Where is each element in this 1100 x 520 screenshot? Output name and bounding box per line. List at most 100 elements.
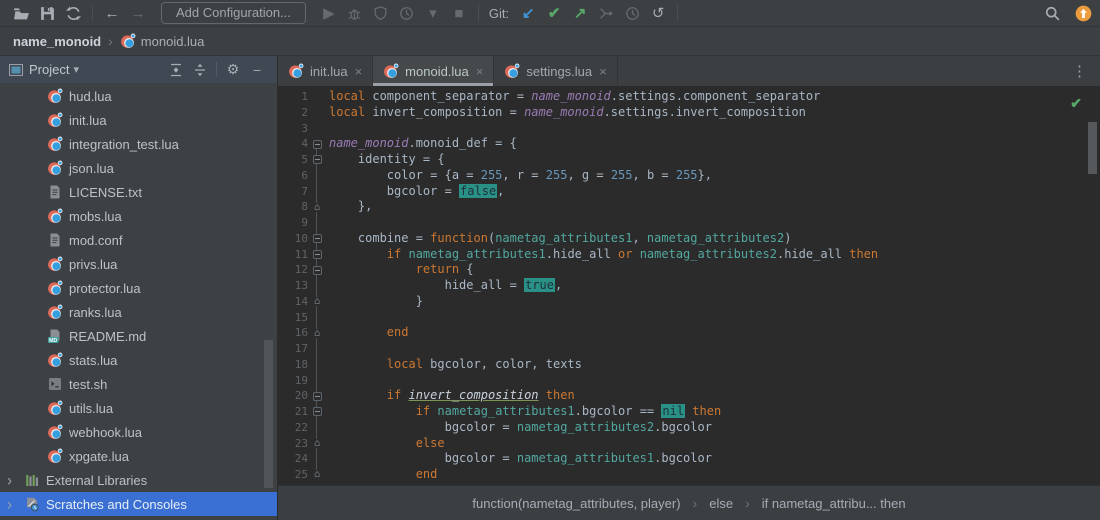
- fold-marker-icon[interactable]: [308, 231, 326, 247]
- tab-monoid-lua[interactable]: monoid.lua ×: [373, 56, 495, 86]
- code-line[interactable]: 8 ⌂ },: [278, 199, 1100, 215]
- save-icon[interactable]: [34, 2, 60, 24]
- code-line[interactable]: 10 combine = function(nametag_attributes…: [278, 231, 1100, 247]
- fold-marker-icon[interactable]: [308, 152, 326, 168]
- code-line[interactable]: 13 hide_all = true,: [278, 278, 1100, 294]
- git-history-icon[interactable]: [619, 2, 645, 24]
- code-text[interactable]: name_monoid.monoid_def = {: [326, 136, 517, 152]
- git-update-icon[interactable]: ↙: [515, 2, 541, 24]
- code-text[interactable]: color = {a = 255, r = 255, g = 255, b = …: [326, 168, 712, 184]
- forward-icon[interactable]: →: [125, 2, 151, 24]
- git-rollback-icon[interactable]: ↺: [645, 2, 671, 24]
- code-text[interactable]: combine = function(nametag_attributes1, …: [326, 231, 792, 247]
- code-line[interactable]: 9: [278, 215, 1100, 231]
- breadcrumb-item[interactable]: function(nametag_attributes, player): [472, 496, 680, 511]
- tree-item-webhook-lua[interactable]: webhook.lua: [0, 420, 277, 444]
- fold-marker-icon[interactable]: ⌂: [308, 294, 326, 310]
- fold-marker-icon[interactable]: ⌂: [308, 436, 326, 452]
- code-line[interactable]: 6 color = {a = 255, r = 255, g = 255, b …: [278, 168, 1100, 184]
- tree-item-init-lua[interactable]: init.lua: [0, 108, 277, 132]
- code-line[interactable]: 7 bgcolor = false,: [278, 183, 1100, 200]
- fold-marker-icon[interactable]: [308, 247, 326, 263]
- git-push-icon[interactable]: ↗: [567, 2, 593, 24]
- code-text[interactable]: if nametag_attributes1.bgcolor == nil th…: [326, 404, 721, 420]
- code-text[interactable]: bgcolor = nametag_attributes2.bgcolor: [326, 420, 712, 436]
- code-text[interactable]: identity = {: [326, 152, 445, 168]
- hide-icon[interactable]: −: [245, 59, 269, 81]
- tab-close-icon[interactable]: ×: [476, 64, 484, 79]
- tab-options-icon[interactable]: ⋮: [1059, 62, 1100, 80]
- code-text[interactable]: end: [326, 325, 409, 341]
- code-text[interactable]: [326, 341, 329, 357]
- open-icon[interactable]: [8, 2, 34, 24]
- code-text[interactable]: [326, 121, 329, 137]
- tab-init-lua[interactable]: init.lua ×: [278, 56, 374, 86]
- code-line[interactable]: 22 bgcolor = nametag_attributes2.bgcolor: [278, 420, 1100, 436]
- tree-item-utils-lua[interactable]: utils.lua: [0, 396, 277, 420]
- code-line[interactable]: 23 ⌂ else: [278, 436, 1100, 452]
- code-line[interactable]: 16 ⌂ end: [278, 325, 1100, 341]
- fold-marker-icon[interactable]: ⌂: [308, 199, 326, 215]
- back-icon[interactable]: ←: [99, 2, 125, 24]
- chevron-down-icon[interactable]: ▾: [73, 63, 79, 76]
- fold-marker-icon[interactable]: [308, 388, 326, 404]
- expand-chevron-icon[interactable]: ›: [7, 471, 24, 490]
- code-line[interactable]: 17: [278, 341, 1100, 357]
- code-text[interactable]: local invert_composition = name_monoid.s…: [326, 105, 806, 121]
- tree-item-privs-lua[interactable]: privs.lua: [0, 252, 277, 276]
- tree-item-xpgate-lua[interactable]: xpgate.lua: [0, 444, 277, 468]
- collapse-all-icon[interactable]: [188, 59, 212, 81]
- git-commit-icon[interactable]: ✔: [541, 2, 567, 24]
- tree-item-json-lua[interactable]: json.lua: [0, 156, 277, 180]
- fold-marker-icon[interactable]: [308, 404, 326, 420]
- code-text[interactable]: [326, 310, 329, 326]
- tab-settings-lua[interactable]: settings.lua ×: [494, 56, 618, 86]
- profiler-icon[interactable]: [394, 2, 420, 24]
- code-line[interactable]: 12 return {: [278, 262, 1100, 278]
- search-icon[interactable]: [1039, 2, 1065, 24]
- code-text[interactable]: [326, 373, 329, 389]
- stop-icon[interactable]: ■: [446, 2, 472, 24]
- code-text[interactable]: hide_all = true,: [326, 278, 562, 294]
- tree-item-protector-lua[interactable]: protector.lua: [0, 276, 277, 300]
- code-line[interactable]: 19: [278, 373, 1100, 389]
- breadcrumb-item[interactable]: else: [709, 496, 733, 511]
- code-text[interactable]: else: [326, 436, 445, 452]
- tree-item-test-sh[interactable]: test.sh: [0, 372, 277, 396]
- code-text[interactable]: return {: [326, 262, 474, 278]
- code-line[interactable]: 1 local component_separator = name_monoid…: [278, 89, 1100, 105]
- tree-item-ranks-lua[interactable]: ranks.lua: [0, 300, 277, 324]
- tree-item-license-txt[interactable]: LICENSE.txt: [0, 180, 277, 204]
- code-text[interactable]: local component_separator = name_monoid.…: [326, 89, 820, 105]
- code-text[interactable]: [326, 215, 329, 231]
- tree-item-hud-lua[interactable]: hud.lua: [0, 84, 277, 108]
- fold-marker-icon[interactable]: ⌂: [308, 325, 326, 341]
- code-line[interactable]: 21 if nametag_attributes1.bgcolor == nil…: [278, 404, 1100, 420]
- code-line[interactable]: 2 local invert_composition = name_monoid.…: [278, 105, 1100, 121]
- code-line[interactable]: 14 ⌂ }: [278, 294, 1100, 310]
- code-line[interactable]: 15: [278, 310, 1100, 326]
- code-text[interactable]: },: [326, 199, 372, 215]
- tree-item-integration-test-lua[interactable]: integration_test.lua: [0, 132, 277, 156]
- tree-item-mobs-lua[interactable]: mobs.lua: [0, 204, 277, 228]
- bug-icon[interactable]: [342, 2, 368, 24]
- code-editor[interactable]: ✔ 1 local component_separator = name_mono…: [278, 86, 1100, 485]
- code-text[interactable]: }: [326, 294, 423, 310]
- tree-item-scratches-and-consoles[interactable]: › Scratches and Consoles: [0, 492, 277, 516]
- code-text[interactable]: end: [326, 467, 438, 483]
- code-text[interactable]: bgcolor = nametag_attributes1.bgcolor: [326, 451, 712, 467]
- code-text[interactable]: bgcolor = false,: [326, 183, 504, 200]
- coverage-icon[interactable]: [368, 2, 394, 24]
- ide-update-icon[interactable]: [1075, 5, 1092, 22]
- breadcrumb-item[interactable]: if nametag_attribu... then: [762, 496, 906, 511]
- tree-item-stats-lua[interactable]: stats.lua: [0, 348, 277, 372]
- gear-icon[interactable]: ⚙: [221, 59, 245, 81]
- play-icon[interactable]: ▶: [316, 2, 342, 24]
- tree-item-readme-md[interactable]: MD README.md: [0, 324, 277, 348]
- caret-icon[interactable]: ▾: [420, 2, 446, 24]
- code-line[interactable]: 25 ⌂ end: [278, 467, 1100, 483]
- fold-marker-icon[interactable]: [308, 262, 326, 278]
- tab-close-icon[interactable]: ×: [355, 64, 363, 79]
- fold-marker-icon[interactable]: [308, 136, 326, 152]
- code-line[interactable]: 5 identity = {: [278, 152, 1100, 168]
